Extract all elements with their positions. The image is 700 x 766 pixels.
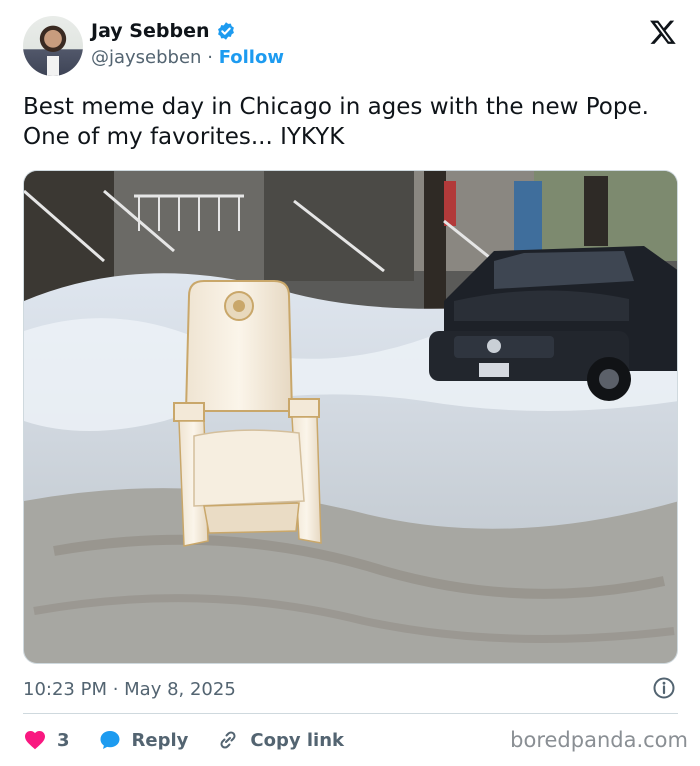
like-count: 3 [57, 729, 70, 751]
follow-button[interactable]: Follow [219, 47, 284, 68]
x-logo-icon[interactable] [649, 18, 677, 46]
watermark: boredpanda.com [510, 728, 688, 752]
link-icon [220, 731, 236, 749]
action-bar: 3 Reply Copy link boredpanda.com [23, 724, 688, 756]
avatar[interactable] [23, 16, 83, 76]
author-handle-row: @jaysebben · Follow [91, 47, 284, 68]
photo-scene [24, 171, 677, 663]
author-display-name[interactable]: Jay Sebben [91, 20, 210, 42]
divider [23, 713, 678, 714]
tweet-header: Jay Sebben @jaysebben · Follow [23, 16, 683, 78]
reply-bubble-icon [100, 731, 120, 749]
verified-badge-icon [217, 22, 234, 40]
author-name-row: Jay Sebben [91, 20, 236, 42]
reply-label: Reply [131, 729, 189, 751]
tweet-timestamp[interactable]: 10:23 PM · May 8, 2025 [23, 679, 236, 700]
tweet-text: Best meme day in Chicago in ages with th… [23, 94, 649, 150]
tweet-meta-row: 10:23 PM · May 8, 2025 [23, 676, 678, 702]
heart-icon [25, 731, 45, 750]
handle-separator: · [207, 47, 213, 68]
like-button[interactable]: 3 [23, 728, 70, 752]
author-handle[interactable]: @jaysebben [91, 47, 201, 68]
reply-button[interactable]: Reply [98, 728, 189, 752]
copy-link-label: Copy link [250, 729, 344, 751]
copy-link-button[interactable]: Copy link [216, 728, 344, 752]
tweet-photo[interactable] [23, 170, 678, 664]
info-icon[interactable] [652, 676, 676, 700]
